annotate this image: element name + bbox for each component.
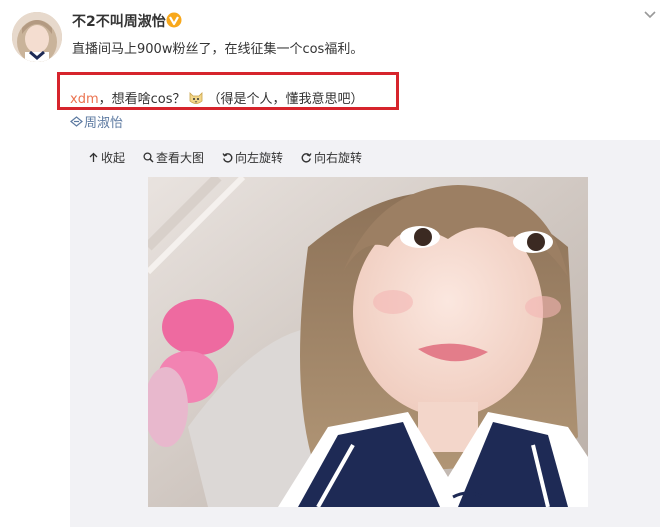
collapse-button[interactable]: 收起 <box>88 149 125 166</box>
cat-face-emoji-icon <box>190 92 203 104</box>
view-large-label: 查看大图 <box>156 151 205 165</box>
avatar[interactable] <box>12 12 62 62</box>
link-icon <box>70 116 83 127</box>
rotate-right-label: 向右旋转 <box>314 151 363 165</box>
post-text: 直播间马上900w粉丝了，在线征集一个cos福利。 <box>72 42 364 57</box>
user-name[interactable]: 不2不叫周淑怡 <box>72 11 166 31</box>
mention-name: 周淑怡 <box>84 116 124 131</box>
view-large-button[interactable]: 查看大图 <box>143 149 204 166</box>
collapse-icon <box>89 152 98 162</box>
avatar-image <box>12 12 62 62</box>
rotate-left-button[interactable]: 向左旋转 <box>222 149 283 166</box>
mention-link[interactable]: 周淑怡 <box>70 112 123 131</box>
rotate-left-label: 向左旋转 <box>235 151 284 165</box>
collapse-label: 收起 <box>101 151 126 165</box>
rotate-right-button[interactable]: 向右旋转 <box>301 149 362 166</box>
verified-badge-icon <box>166 12 182 28</box>
comment-line: xdm，想看啥cos？ （得是个人，懂我意思吧） <box>70 88 364 107</box>
comment-text-after: （得是个人，懂我意思吧） <box>207 92 364 107</box>
search-icon <box>143 152 154 163</box>
media-toolbar: 收起 查看大图 向左旋转 向右旋转 <box>88 149 380 166</box>
weibo-post: 不2不叫周淑怡 直播间马上900w粉丝了，在线征集一个cos福利。 xdm，想看… <box>0 0 669 527</box>
selfie-photo-image <box>148 177 588 507</box>
comment-user[interactable]: xdm <box>70 92 99 107</box>
chevron-down-icon[interactable] <box>643 8 657 22</box>
post-photo[interactable] <box>148 177 588 507</box>
comment-text-before: ，想看啥cos？ <box>98 92 186 107</box>
rotate-right-icon <box>301 153 312 163</box>
rotate-left-icon <box>222 153 233 163</box>
